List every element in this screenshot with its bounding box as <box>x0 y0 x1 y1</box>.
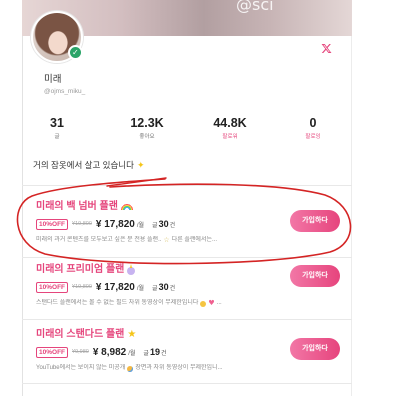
join-plan-button[interactable]: 가입하다 <box>290 210 340 232</box>
stat-label: 글 <box>54 134 60 140</box>
join-plan-button[interactable]: 가입하다 <box>290 265 340 287</box>
plan-description-text: 미래의 과거 콘텐츠를 모두보고 싶은 분 전용 플랜.. <box>36 237 162 243</box>
heart-icon <box>208 299 214 308</box>
plan-description-text: 다른 플랜에서는... <box>171 237 217 243</box>
post-count-value: 19 <box>149 347 160 357</box>
post-count-suffix: 건 <box>169 286 176 292</box>
discount-badge: 10%OFF <box>36 218 69 230</box>
creator-profile-page: @sci 미래 @ojms_miku_ 31 글 12.3K 좋아요 44.8K… <box>0 0 400 396</box>
divider <box>22 319 352 320</box>
discount-badge: 10%OFF <box>36 346 69 358</box>
smiling-face-icon <box>200 300 207 307</box>
profile-bio: 거의 잠옷에서 살고 있습니다 <box>33 159 144 171</box>
stat-value: 12.3K <box>130 116 164 130</box>
discount-badge: 10%OFF <box>36 281 69 293</box>
original-price: ¥9,980 <box>72 349 89 355</box>
join-plan-button[interactable]: 가입하다 <box>290 338 340 360</box>
stat-label: 좋아요 <box>139 134 155 140</box>
plan-title: 미래의 스탠다드 플랜 <box>36 328 136 341</box>
stat-likes[interactable]: 12.3K 좋아요 <box>117 116 177 141</box>
price-period: /월 <box>128 350 136 357</box>
price: ¥ 17,820 <box>95 281 135 293</box>
cover-watermark: @sci <box>236 0 274 14</box>
price: ¥ 8,982 <box>92 346 127 358</box>
plan-title: 미래의 프리미엄 플랜 <box>36 263 136 276</box>
sparkle-icon <box>137 160 145 171</box>
post-count-prefix: 글 <box>152 286 158 292</box>
profile-handle: @ojms_miku_ <box>44 88 86 95</box>
post-count-value: 30 <box>158 282 169 292</box>
price-period: /월 <box>136 222 145 229</box>
x-logo-glyph <box>321 44 332 53</box>
post-count: 글 19 건 <box>143 347 166 357</box>
stat-value: 44.8K <box>213 116 247 130</box>
verified-check-icon <box>68 45 83 60</box>
rainbow-icon <box>120 203 133 210</box>
original-price: ¥19,800 <box>72 284 92 290</box>
divider <box>22 383 352 384</box>
post-count-prefix: 글 <box>152 223 158 229</box>
plan-description: 미래의 과거 콘텐츠를 모두보고 싶은 분 전용 플랜.. 다른 플랜에서는..… <box>36 236 284 245</box>
post-count-suffix: 건 <box>169 223 176 229</box>
plan-title-text: 미래의 백 넘버 플랜 <box>36 201 118 212</box>
unicorn-icon <box>127 263 136 275</box>
plan-price-row: 10%OFF ¥9,980 ¥ 8,982 /월 글 19 건 <box>36 346 166 358</box>
post-count-prefix: 글 <box>143 351 149 357</box>
plan-title: 미래의 백 넘버 플랜 <box>36 200 133 213</box>
plan-description: 스탠다드 플랜에서는 볼 수 없는 필드 자위 동영상이 무제한입니다 ... <box>36 299 284 308</box>
post-count-suffix: 건 <box>160 351 167 357</box>
x-icon[interactable] <box>321 43 332 54</box>
original-price: ¥19,800 <box>72 221 92 227</box>
plan-title-text: 미래의 스탠다드 플랜 <box>36 329 125 340</box>
glowing-star-icon <box>127 328 136 341</box>
stat-value: 0 <box>309 116 317 130</box>
plan-description-text: YouTube에서는 보이지 않는 미공개 <box>36 365 126 371</box>
price-period: /월 <box>136 285 145 292</box>
stat-label: 팔로잉 <box>305 134 321 140</box>
post-count-value: 30 <box>158 219 169 229</box>
stat-followers[interactable]: 44.8K 팔로워 <box>200 116 260 141</box>
bio-text: 거의 잠옷에서 살고 있습니다 <box>33 160 134 170</box>
plan-description-text: ... <box>216 300 222 306</box>
crying-face-icon <box>127 365 134 372</box>
divider <box>22 257 352 258</box>
stat-posts[interactable]: 31 글 <box>27 116 87 141</box>
stat-label: 팔로워 <box>222 134 238 140</box>
stat-value: 31 <box>50 116 64 130</box>
plan-card: 미래의 백 넘버 플랜 10%OFF ¥19,800 ¥ 17,820 /월 글… <box>36 200 346 258</box>
plan-description-text: 장면과 자위 동영상이 무제한입니... <box>135 365 223 371</box>
plan-description-text: 스탠다드 플랜에서는 볼 수 없는 필드 자위 동영상이 무제한입니다 <box>36 300 199 306</box>
plan-title-text: 미래의 프리미엄 플랜 <box>36 264 125 275</box>
divider <box>22 185 352 186</box>
post-count: 글 30 건 <box>152 282 175 292</box>
plan-price-row: 10%OFF ¥19,800 ¥ 17,820 /월 글 30 건 <box>36 218 175 230</box>
price: ¥ 17,820 <box>95 218 135 230</box>
plan-card: 미래의 스탠다드 플랜 10%OFF ¥9,980 ¥ 8,982 /월 글 1… <box>36 328 346 386</box>
plan-description: YouTube에서는 보이지 않는 미공개 장면과 자위 동영상이 무제한입니.… <box>36 364 284 373</box>
profile-name: 미래 <box>44 74 62 85</box>
plan-price-row: 10%OFF ¥19,800 ¥ 17,820 /월 글 30 건 <box>36 281 175 293</box>
plan-card: 미래의 프리미엄 플랜 10%OFF ¥19,800 ¥ 17,820 /월 글… <box>36 263 346 321</box>
star-outline-icon <box>163 236 169 245</box>
stat-following[interactable]: 0 팔로잉 <box>283 116 343 141</box>
post-count: 글 30 건 <box>152 219 175 229</box>
